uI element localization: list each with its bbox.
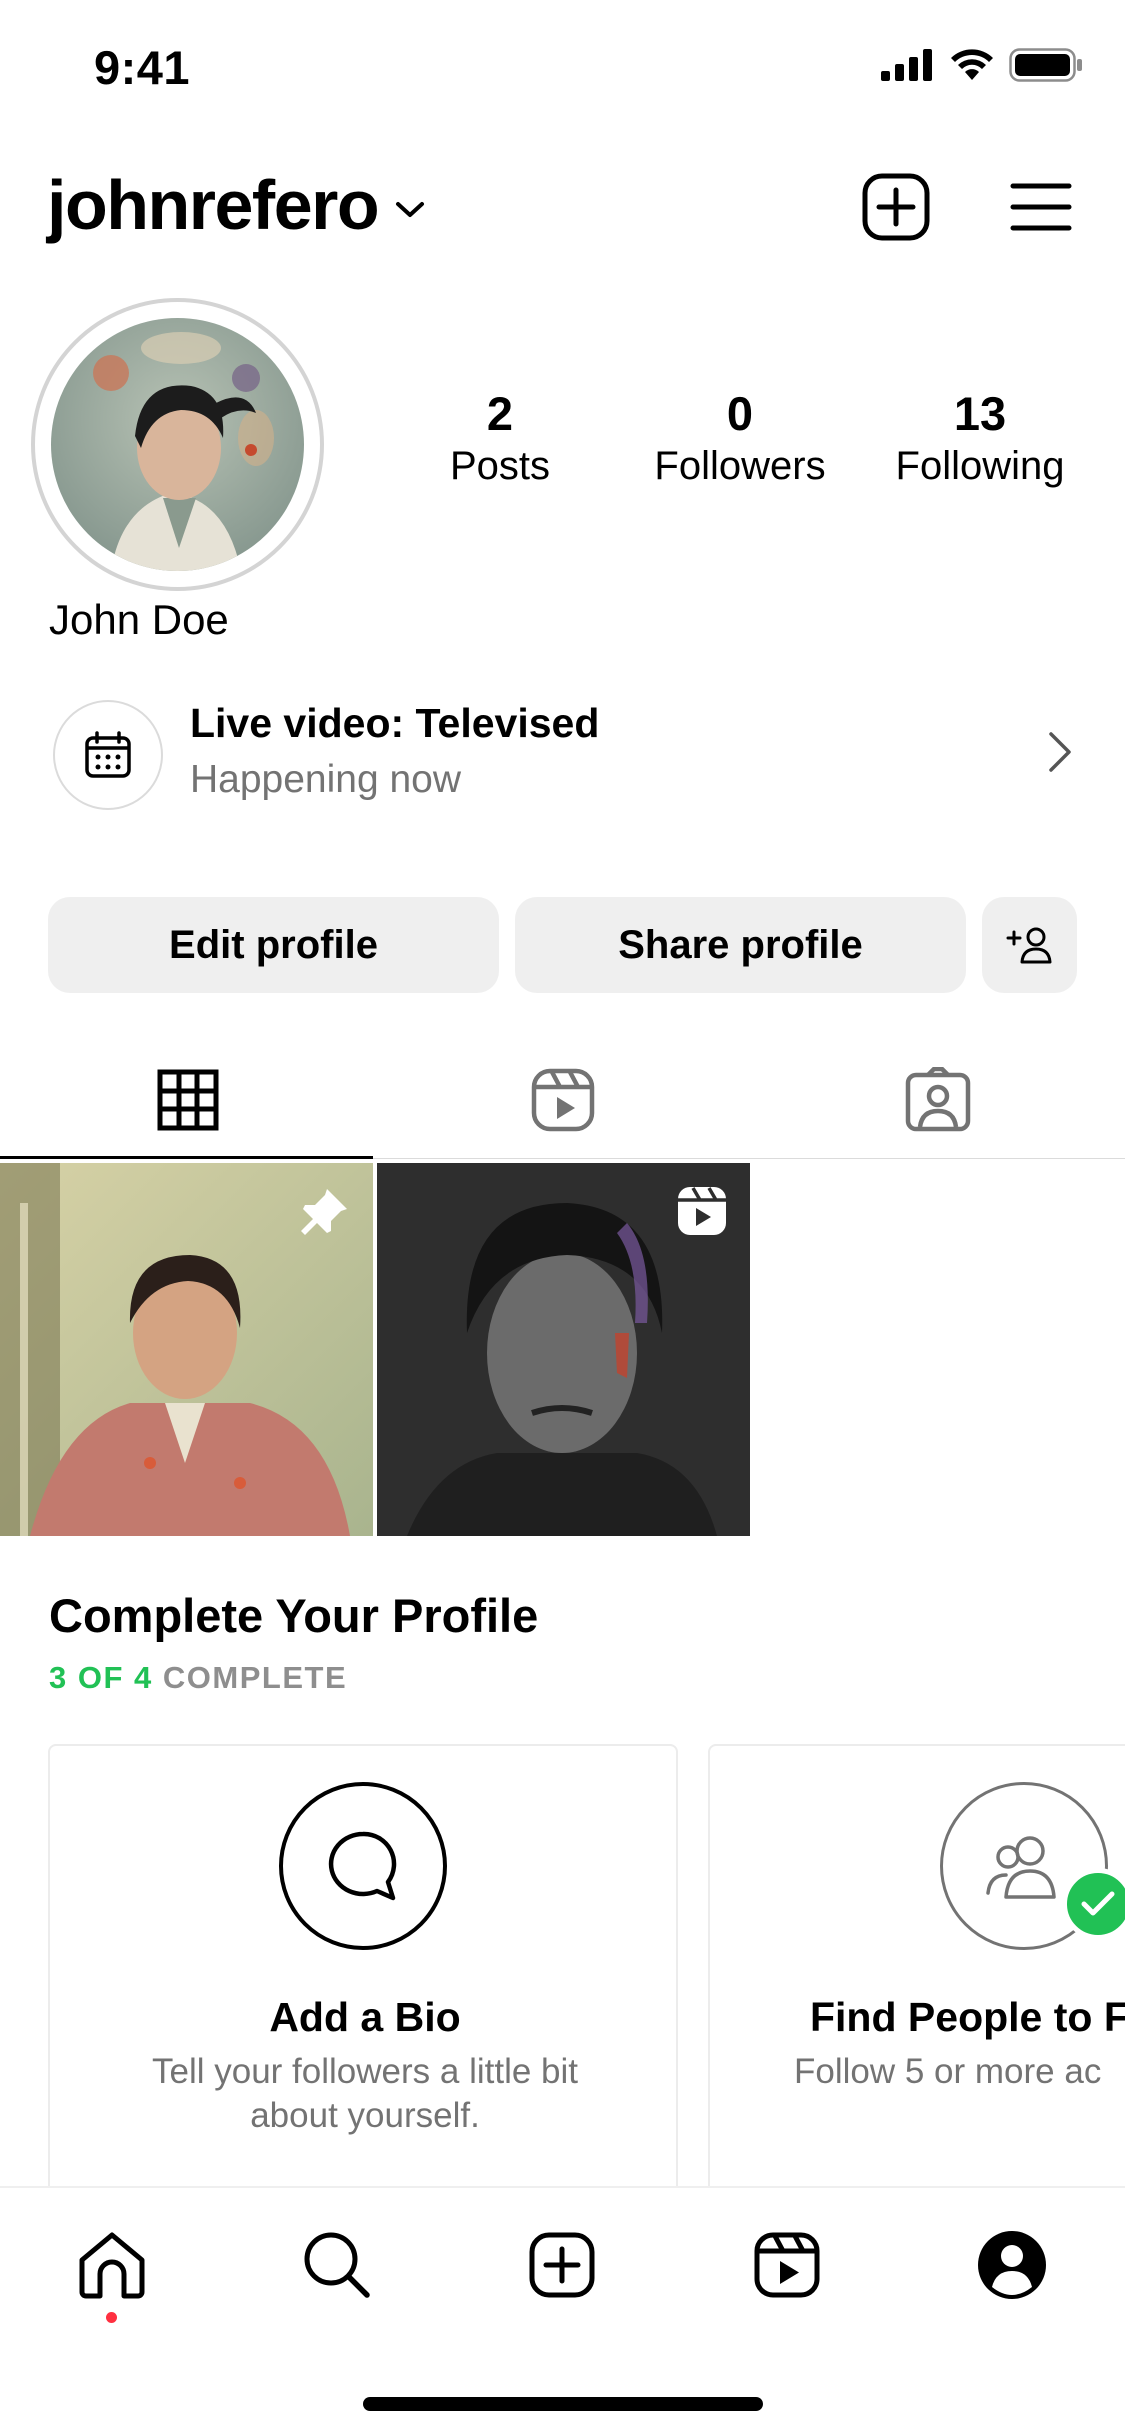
menu-button[interactable] xyxy=(1002,168,1080,246)
username: johnrefero xyxy=(47,166,380,244)
chevron-down-icon xyxy=(396,202,425,217)
live-subtitle: Happening now xyxy=(190,758,462,801)
checkmark-icon xyxy=(1081,1891,1115,1916)
nav-home[interactable] xyxy=(67,2220,157,2310)
display-name: John Doe xyxy=(49,596,229,643)
card-title: Find People to F xyxy=(810,1994,1125,2040)
chevron-right-icon[interactable] xyxy=(1047,730,1073,774)
card-desc-line: Tell your followers a little bit xyxy=(152,2052,578,2091)
reels-icon xyxy=(754,2232,820,2298)
status-time: 9:41 xyxy=(94,41,191,94)
notification-dot xyxy=(106,2312,117,2323)
stat-following[interactable]: 13 Following xyxy=(860,388,1100,492)
pin-icon xyxy=(301,1189,347,1235)
home-indicator xyxy=(363,2397,763,2411)
reels-icon xyxy=(531,1068,594,1132)
profile-avatar[interactable] xyxy=(31,298,324,591)
profile-icon xyxy=(978,2231,1046,2299)
card-desc-line: about yourself. xyxy=(250,2095,480,2135)
profile-task-card-find-people[interactable]: Find People to F Follow 5 or more ac xyxy=(708,1744,1125,2214)
stat-value: 2 xyxy=(486,387,514,440)
card-description: Tell your followers a little bit about y… xyxy=(50,2050,680,2138)
battery-icon xyxy=(1009,48,1082,82)
create-icon xyxy=(529,2232,595,2298)
stat-value: 0 xyxy=(726,387,754,440)
discover-people-button[interactable] xyxy=(982,897,1077,993)
post-thumbnail[interactable] xyxy=(377,1163,750,1536)
tab-grid[interactable] xyxy=(0,1040,375,1160)
hamburger-menu-icon xyxy=(1010,183,1072,231)
calendar-icon xyxy=(85,731,131,778)
tab-reels[interactable] xyxy=(375,1040,750,1160)
live-event-button[interactable] xyxy=(53,700,163,810)
nav-create[interactable] xyxy=(517,2220,607,2310)
bio-icon-circle xyxy=(279,1782,447,1950)
grid-icon xyxy=(157,1069,218,1131)
avatar-image xyxy=(51,318,304,571)
account-switcher[interactable]: johnrefero xyxy=(47,165,426,245)
post-thumbnail[interactable] xyxy=(0,1163,373,1536)
edit-profile-button[interactable]: Edit profile xyxy=(48,897,499,993)
stat-label: Following xyxy=(895,443,1065,488)
create-button[interactable] xyxy=(857,168,935,246)
create-icon xyxy=(862,173,930,241)
active-tab-indicator xyxy=(0,1156,373,1159)
stat-label: Posts xyxy=(449,443,551,488)
nav-search[interactable] xyxy=(292,2220,382,2310)
people-icon xyxy=(986,1836,1056,1899)
tagged-icon xyxy=(905,1067,970,1132)
complete-profile-title: Complete Your Profile xyxy=(49,1589,539,1642)
tab-tagged[interactable] xyxy=(750,1040,1125,1160)
nav-profile[interactable] xyxy=(967,2220,1057,2310)
complete-profile-progress: 3 OF 4 COMPLETE xyxy=(49,1660,347,1696)
progress-label: COMPLETE xyxy=(162,1660,348,1695)
share-profile-label: Share profile xyxy=(618,922,863,967)
stat-value: 13 xyxy=(953,387,1007,440)
completed-check-badge xyxy=(1062,1868,1125,1940)
edit-profile-label: Edit profile xyxy=(169,922,378,967)
status-icons xyxy=(881,48,1083,82)
share-profile-button[interactable]: Share profile xyxy=(515,897,966,993)
profile-task-card-bio[interactable]: Add a Bio Tell your followers a little b… xyxy=(48,1744,678,2214)
search-icon xyxy=(304,2232,370,2298)
card-description: Follow 5 or more ac xyxy=(794,2050,1101,2094)
progress-count: 3 OF 4 xyxy=(49,1660,153,1695)
home-icon xyxy=(79,2232,145,2299)
nav-reels[interactable] xyxy=(742,2220,832,2310)
cellular-signal-icon xyxy=(881,49,932,81)
reels-badge-icon xyxy=(678,1187,726,1235)
stat-label: Followers xyxy=(654,443,826,488)
stat-posts[interactable]: 2 Posts xyxy=(380,388,620,492)
speech-bubble-icon xyxy=(328,1831,397,1901)
card-desc-line: Follow 5 or more ac xyxy=(794,2052,1102,2091)
live-title[interactable]: Live video: Televised xyxy=(190,700,599,747)
card-title: Add a Bio xyxy=(269,1994,461,2040)
add-person-icon xyxy=(1006,927,1051,964)
wifi-icon xyxy=(951,49,993,80)
stat-followers[interactable]: 0 Followers xyxy=(620,388,860,492)
